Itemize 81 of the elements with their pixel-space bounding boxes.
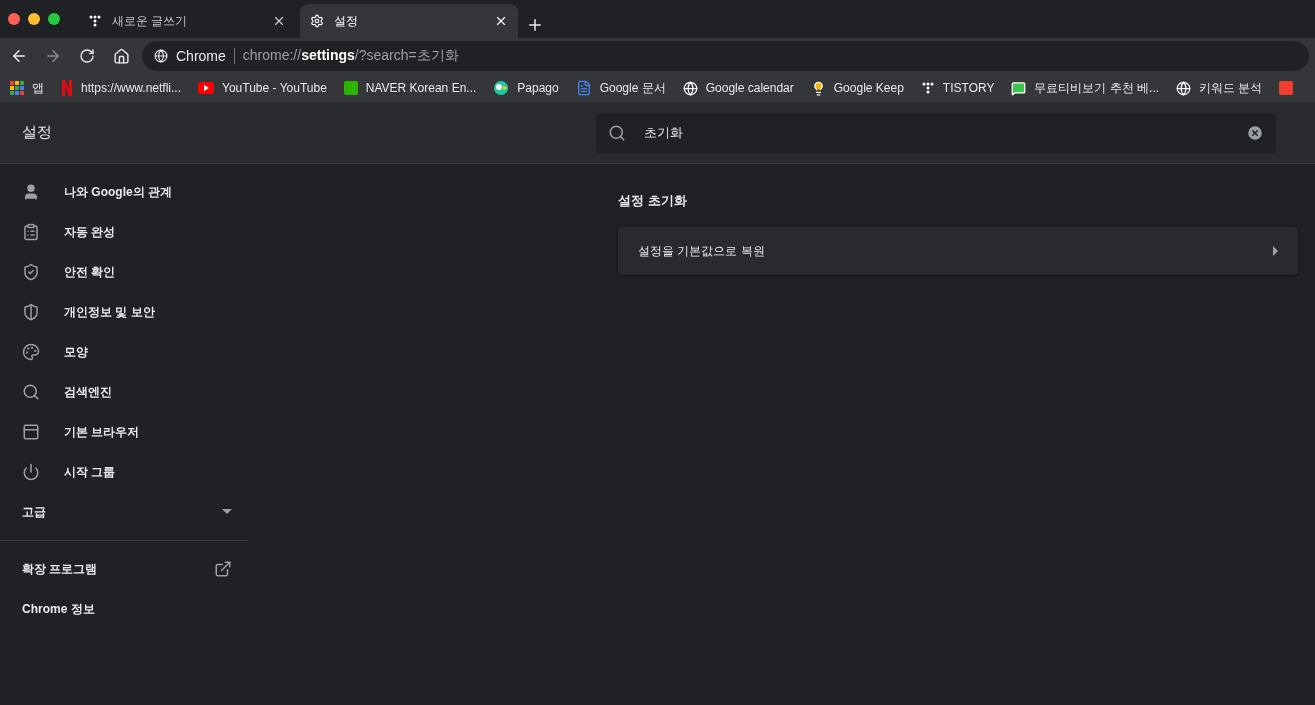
browser-tab[interactable]: 새로운 글쓰기 <box>78 4 296 38</box>
tab-title: 새로운 글쓰기 <box>112 12 189 30</box>
bookmark[interactable]: TISTORY <box>920 81 995 95</box>
dots-icon <box>88 14 102 28</box>
bookmark[interactable]: NAVER Korean En... <box>343 81 477 95</box>
bookmark[interactable]: Google Keep <box>810 80 904 96</box>
person-icon <box>22 183 40 201</box>
window-icon <box>22 423 40 441</box>
bookmark[interactable]: Papago <box>493 80 559 96</box>
power-icon <box>22 463 40 481</box>
dots-icon <box>920 81 935 95</box>
globe-icon <box>154 49 168 63</box>
sidebar-item[interactable]: 검색엔진 <box>0 372 248 412</box>
palette-icon <box>22 343 40 361</box>
letter-n-icon <box>61 80 73 96</box>
reload-icon <box>79 48 95 64</box>
shield-check-icon <box>22 263 40 281</box>
sidebar-item[interactable]: 모양 <box>0 332 248 372</box>
dropdown-caret-icon <box>222 509 232 515</box>
close-icon[interactable] <box>494 14 508 28</box>
clear-icon[interactable] <box>1246 123 1264 142</box>
search-field[interactable]: 초기화 <box>596 112 1276 153</box>
url-text: chrome://settings/?search=초기화 <box>242 47 459 65</box>
maximize-window-button[interactable] <box>48 13 60 25</box>
tile-icon <box>1279 81 1294 95</box>
bird-icon <box>493 80 510 96</box>
globe-icon <box>682 80 698 96</box>
sidebar-link[interactable]: 확장 프로그램 <box>0 549 248 589</box>
bookmark-label: 무료티비보기 추천 베... <box>1034 79 1160 97</box>
close-icon[interactable] <box>272 14 286 28</box>
sidebar-item[interactable]: 시작 그룹 <box>0 452 248 492</box>
bookmark[interactable]: 앱 <box>10 79 44 97</box>
browser-tab[interactable]: 설정 <box>300 4 518 38</box>
sidebar-link[interactable]: Chrome 정보 <box>0 589 248 629</box>
reset-settings-row[interactable]: 설정을 기본값으로 복원 <box>618 227 1298 275</box>
sidebar-item[interactable]: 나와 Google의 관계 <box>0 172 248 212</box>
caret-icon <box>1273 246 1278 256</box>
bookmark[interactable]: Google 문서 <box>575 79 666 97</box>
bookmark[interactable]: https://www.netfli... <box>61 80 182 96</box>
bookmark-label: NAVER Korean En... <box>365 81 477 95</box>
bookmark-label: https://www.netfli... <box>81 81 182 95</box>
bookmark-label: Google 문서 <box>599 79 666 97</box>
sidebar-item[interactable]: 개인정보 및 보안 <box>0 292 248 332</box>
bookmark-label: 키워드 분석 <box>1199 79 1263 97</box>
search-icon <box>22 383 40 401</box>
sidebar-item[interactable]: 기본 브라우저 <box>0 412 248 452</box>
sidebar-item[interactable]: 자동 완성 <box>0 212 248 252</box>
bookmark-label: YouTube - YouTube <box>222 81 327 95</box>
bookmark-label: TISTORY <box>942 81 995 95</box>
shield-icon <box>22 303 40 321</box>
document-icon <box>575 80 592 96</box>
external-link-icon <box>214 560 232 578</box>
search-icon <box>608 123 626 142</box>
bookmark[interactable]: Google calendar <box>682 80 794 96</box>
bookmark[interactable]: YouTube - YouTube <box>198 81 327 95</box>
apps-grid-icon <box>10 81 24 95</box>
bookmark[interactable]: 무료티비보기 추천 베... <box>1011 79 1160 97</box>
bookmark-label: 앱 <box>32 79 44 97</box>
plus-icon <box>526 16 544 34</box>
search-input[interactable]: 초기화 <box>642 124 1230 141</box>
section-title: 설정 초기화 <box>618 192 688 210</box>
settings-icon <box>310 14 324 28</box>
close-window-button[interactable] <box>8 13 20 25</box>
clipboard-icon <box>22 223 40 241</box>
bookmark[interactable]: 키워드 분석 <box>1176 79 1263 97</box>
globe-icon <box>1176 80 1192 96</box>
tab-title: 설정 <box>334 12 359 30</box>
forward-arrow-icon <box>44 47 62 65</box>
bookmark-label: Google Keep <box>833 81 904 95</box>
bookmark-label: Google calendar <box>705 81 794 95</box>
play-icon <box>198 82 215 94</box>
bookmark-label: Papago <box>517 81 559 95</box>
address-bar[interactable]: Chrome chrome://settings/?search=초기화 <box>142 41 1309 71</box>
minimize-window-button[interactable] <box>28 13 40 25</box>
chat-icon <box>1011 80 1027 96</box>
sidebar-item[interactable]: 안전 확인 <box>0 252 248 292</box>
advanced-toggle[interactable]: 고급 <box>0 492 248 532</box>
page-title: 설정 <box>21 123 53 142</box>
site-name: Chrome <box>176 48 235 64</box>
tile-icon <box>343 81 358 95</box>
home-icon <box>112 47 130 65</box>
